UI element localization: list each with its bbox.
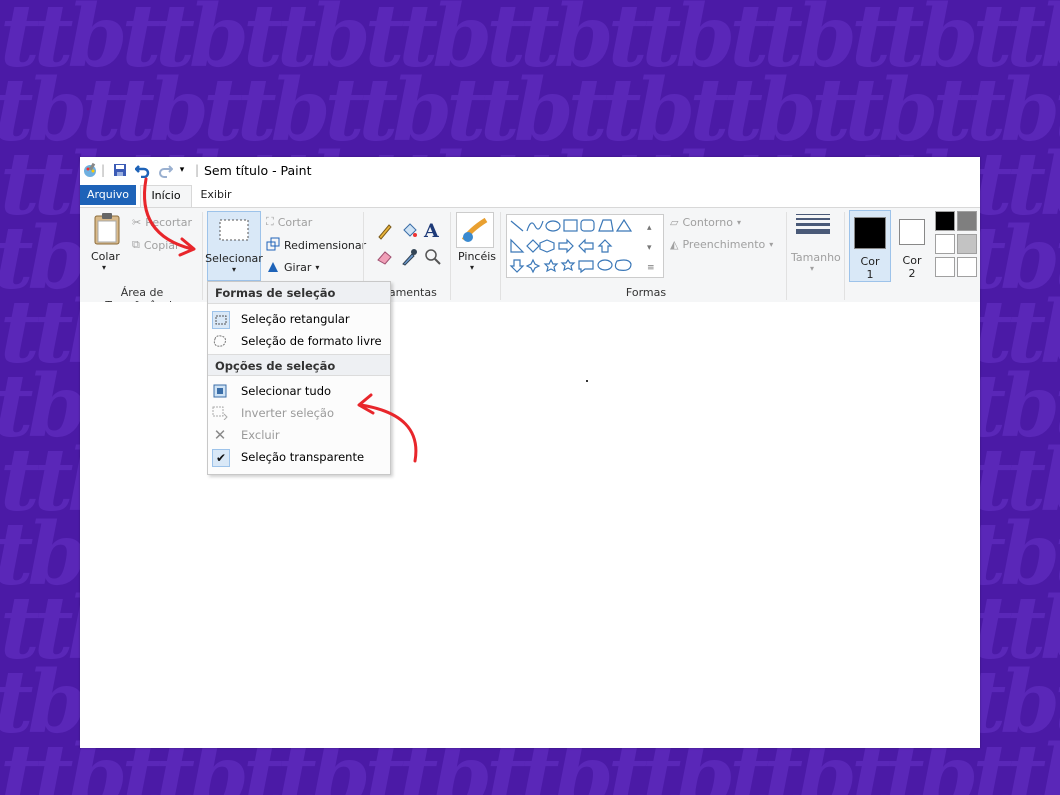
paste-label: Colar — [91, 250, 120, 263]
color1-number: 1 — [866, 268, 874, 281]
crop-button[interactable]: ⛶ Cortar — [266, 215, 312, 229]
fill-dropdown-icon: ▾ — [769, 240, 774, 249]
title-separator: | — [100, 163, 106, 177]
menu-label: Seleção de formato livre — [241, 334, 382, 348]
palette-color-3[interactable] — [935, 234, 955, 254]
fill-button[interactable]: ◭ Preenchimento ▾ — [670, 238, 773, 251]
menu-header-selection-options: Opções de seleção — [208, 354, 390, 376]
menu-header-selection-shapes: Formas de seleção — [208, 282, 390, 304]
delete-x-icon: ✕ — [213, 426, 227, 444]
tab-arquivo[interactable]: Arquivo — [80, 185, 136, 205]
group-divider — [500, 212, 501, 300]
select-dropdown-icon: ▾ — [231, 265, 236, 274]
resize-icon — [266, 237, 280, 254]
rotate-dropdown-icon: ▾ — [315, 263, 320, 272]
paste-button[interactable]: Colar — [91, 250, 120, 263]
title-bar: | ▾ | Sem título - Paint — [80, 157, 980, 184]
brush-icon[interactable] — [456, 212, 494, 248]
save-icon[interactable] — [112, 161, 128, 179]
annotation-arrow-2 — [357, 393, 418, 463]
rotate-button[interactable]: Girar ▾ — [266, 259, 319, 276]
menu-label: Inverter seleção — [241, 406, 334, 420]
magnifier-icon[interactable] — [424, 248, 442, 266]
text-tool-icon[interactable]: A — [424, 220, 439, 242]
group-divider — [786, 212, 787, 300]
color1-button[interactable]: Cor 1 — [849, 210, 891, 282]
rotate-label: Girar — [284, 261, 312, 274]
paste-dropdown-icon[interactable]: ▾ — [102, 263, 106, 272]
select-button[interactable]: Selecionar ▾ — [205, 211, 263, 281]
select-label: Selecionar — [205, 252, 263, 265]
ribbon-tabs: Arquivo Início Exibir — [80, 185, 980, 207]
canvas-dot — [586, 380, 588, 382]
outline-dropdown-icon: ▾ — [736, 218, 741, 227]
menu-label: Seleção retangular — [241, 312, 350, 326]
size-label: Tamanho — [791, 251, 841, 264]
rotate-icon — [266, 259, 280, 276]
menu-item-free-form-selection[interactable]: Seleção de formato livre — [208, 330, 390, 352]
palette-color-6[interactable] — [957, 257, 977, 277]
color-picker-icon[interactable] — [400, 248, 418, 266]
palette-color-1[interactable] — [935, 211, 955, 231]
eraser-icon[interactable] — [376, 248, 394, 266]
brushes-button[interactable]: Pincéis — [458, 250, 496, 263]
select-all-icon — [212, 383, 228, 399]
paste-icon[interactable] — [90, 213, 124, 245]
size-dropdown-icon[interactable]: ▾ — [810, 264, 814, 273]
window-title: Sem título - Paint — [204, 163, 312, 178]
fill-icon: ◭ — [670, 238, 679, 251]
group-divider — [844, 212, 845, 300]
size-icon[interactable] — [796, 214, 830, 234]
svg-text:≡: ≡ — [647, 263, 655, 273]
palette-color-4[interactable] — [957, 234, 977, 254]
annotation-arrow-1 — [143, 177, 196, 257]
brushes-dropdown-icon[interactable]: ▾ — [470, 263, 474, 272]
color2-button[interactable]: Cor 2 — [895, 210, 929, 282]
select-rect-icon — [219, 219, 249, 241]
pencil-icon[interactable] — [376, 222, 394, 240]
palette-color-2[interactable] — [957, 211, 977, 231]
outline-label: Contorno — [682, 216, 733, 229]
shapes-gallery[interactable]: ▴ ▾ ≡ — [506, 214, 664, 278]
fill-bucket-icon[interactable] — [400, 222, 418, 240]
brushes-label: Pincéis — [458, 250, 497, 263]
paint-window: | ▾ | Sem título - Paint Arquivo Início … — [80, 157, 980, 748]
color2-swatch — [899, 219, 925, 245]
menu-item-rectangular-selection[interactable]: Seleção retangular — [208, 308, 390, 330]
size-button[interactable]: Tamanho — [791, 251, 841, 264]
crop-icon: ⛶ — [266, 215, 274, 228]
resize-button[interactable]: Redimensionar — [266, 237, 366, 254]
shapes-group-label: Formas — [625, 286, 667, 299]
rectangular-selection-icon — [212, 311, 230, 329]
menu-label: Excluir — [241, 428, 280, 442]
svg-text:▾: ▾ — [647, 243, 652, 253]
shapes-icon: ▴ ▾ ≡ — [509, 218, 655, 274]
group-divider — [450, 212, 451, 300]
outline-button[interactable]: ▱ Contorno ▾ — [670, 216, 741, 229]
menu-label: Selecionar tudo — [241, 384, 332, 398]
free-form-selection-icon — [212, 333, 228, 349]
color2-number: 2 — [908, 267, 916, 280]
svg-text:▴: ▴ — [647, 223, 652, 233]
crop-label: Cortar — [277, 215, 313, 229]
invert-selection-icon — [212, 405, 228, 421]
color2-label: Cor — [902, 254, 922, 267]
checkmark-icon: ✔ — [212, 449, 230, 467]
fill-label: Preenchimento — [682, 238, 766, 251]
palette-color-5[interactable] — [935, 257, 955, 277]
outline-icon: ▱ — [670, 216, 679, 229]
color1-swatch — [854, 217, 886, 249]
paint-app-icon[interactable] — [81, 161, 99, 179]
resize-label: Redimensionar — [284, 239, 367, 252]
color1-label: Cor — [860, 255, 880, 268]
